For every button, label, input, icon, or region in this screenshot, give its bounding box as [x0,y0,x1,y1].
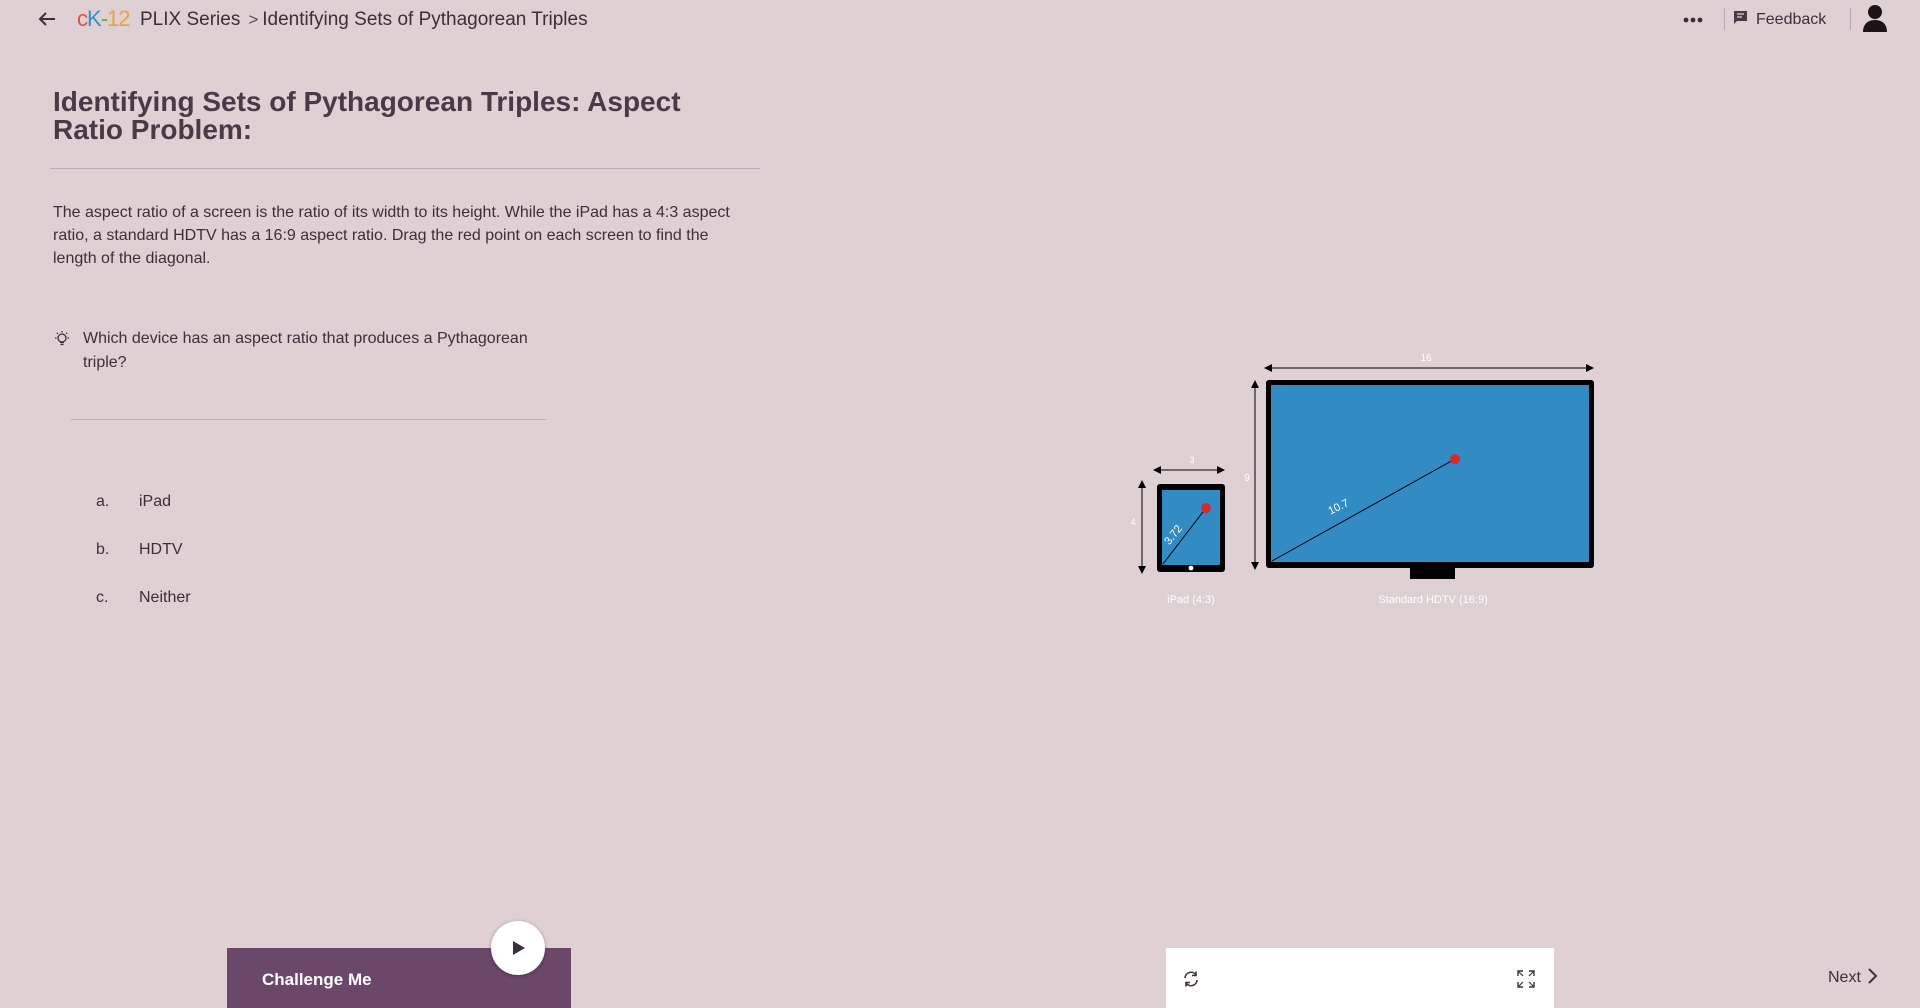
question: Which device has an aspect ratio that pr… [53,327,553,375]
next-label: Next [1828,969,1861,986]
option-letter: c. [96,589,109,606]
ipad-home-button [1188,565,1194,571]
title-divider [50,168,760,169]
ipad-device: 3 4 3.72 iPad (4:3) [1130,455,1225,606]
aspect-ratio-diagram: 3 4 3.72 iPad (4:3) 16 9 10.7 Standard H… [1120,340,1620,620]
breadcrumb-root[interactable]: PLIX Series [140,9,240,31]
ipad-caption: iPad (4:3) [1167,594,1215,606]
question-divider [71,419,546,420]
fullscreen-icon[interactable] [1515,968,1537,990]
ck12-logo[interactable]: c K -12 [77,6,131,32]
hdtv-stand [1410,568,1455,579]
answer-option-neither[interactable]: c. Neither [96,574,191,622]
header-divider [1850,8,1851,30]
header-divider [1724,8,1725,30]
breadcrumb-separator: > [248,10,259,29]
answer-option-ipad[interactable]: a. iPad [96,478,191,526]
option-label: HDTV [139,541,183,558]
hdtv-width-label: 16 [1420,353,1432,364]
chevron-right-icon [1867,967,1878,989]
more-options-icon[interactable] [1679,8,1707,32]
lightbulb-icon [53,327,73,375]
breadcrumb: PLIX Series > Identifying Sets of Pythag… [140,9,588,31]
play-icon[interactable] [491,921,545,975]
option-label: iPad [139,493,172,510]
hdtv-drag-handle[interactable] [1450,454,1460,464]
hdtv-caption: Standard HDTV (16:9) [1378,594,1487,606]
reset-icon[interactable] [1180,968,1202,990]
ipad-height-label: 4 [1130,517,1135,527]
ipad-width-label: 3 [1189,455,1194,465]
question-text: Which device has an aspect ratio that pr… [83,330,528,371]
option-letter: b. [96,541,110,558]
feedback-label: Feedback [1756,11,1827,28]
interactive-toolbar [1166,948,1554,1008]
user-avatar-icon[interactable] [1860,3,1890,33]
hdtv-device: 16 9 10.7 Standard HDTV (16:9) [1244,353,1594,606]
problem-description: The aspect ratio of a screen is the rati… [53,204,730,267]
top-bar: c K -12 PLIX Series > Identifying Sets of … [0,0,1920,40]
answer-option-hdtv[interactable]: b. HDTV [96,526,191,574]
ipad-drag-handle[interactable] [1201,503,1211,513]
answer-options: a. iPad b. HDTV c. Neither [96,478,191,622]
hdtv-height-label: 9 [1244,473,1250,484]
option-letter: a. [96,493,110,510]
back-arrow-icon[interactable] [34,6,60,32]
feedback-icon [1733,10,1748,30]
next-button[interactable]: Next [1828,966,1878,990]
breadcrumb-current: Identifying Sets of Pythagorean Triples [262,9,588,30]
option-label: Neither [139,589,191,606]
feedback-button[interactable]: Feedback [1733,8,1826,32]
page-title: Identifying Sets of Pythagorean Triples:… [53,86,681,145]
